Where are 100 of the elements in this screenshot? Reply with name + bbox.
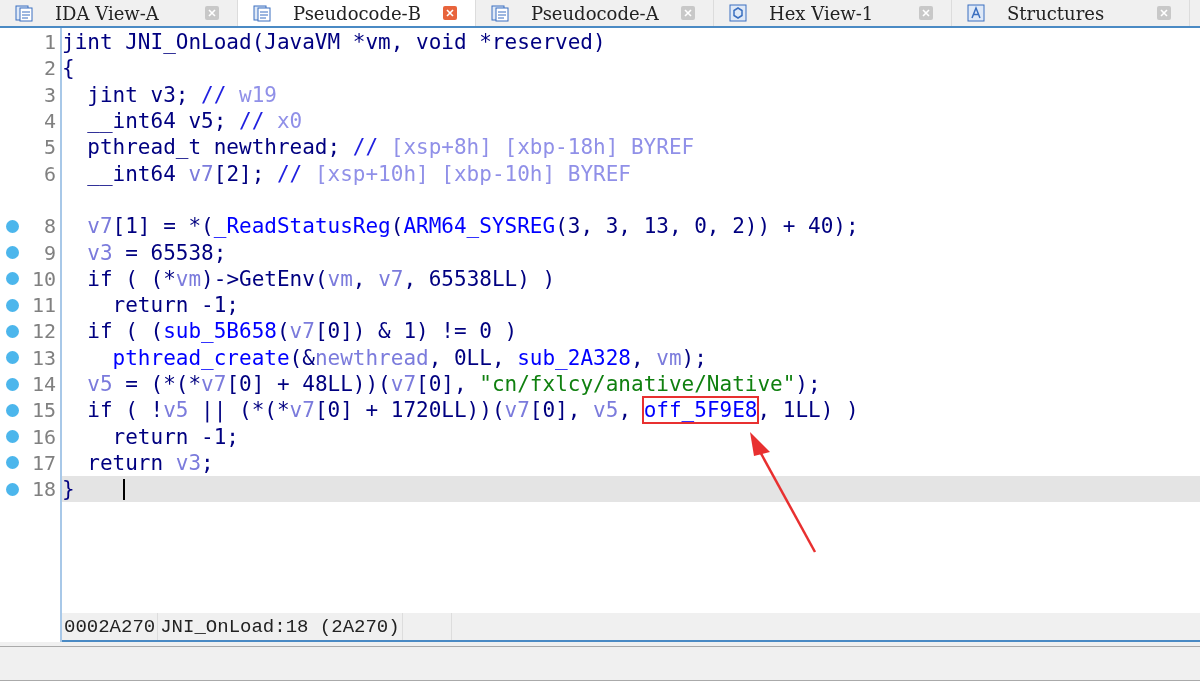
code-text: [0] + 1720LL))( bbox=[314, 398, 505, 423]
variable-name: v5 bbox=[163, 398, 189, 423]
code-text: jint v3; bbox=[86, 82, 190, 107]
code-text: if ( (* bbox=[86, 266, 176, 291]
close-icon[interactable] bbox=[443, 6, 457, 20]
variable-name: newthread bbox=[314, 345, 429, 370]
function-name: sub_2A328 bbox=[517, 345, 631, 370]
code-text: = 65538; bbox=[124, 240, 227, 265]
breakpoint-dot[interactable] bbox=[6, 324, 19, 338]
code-text: ; bbox=[201, 450, 214, 475]
close-icon[interactable] bbox=[919, 6, 933, 20]
variable-name: v7 bbox=[86, 214, 113, 239]
code-text: , 0LL, bbox=[428, 345, 506, 370]
line-number: 3 bbox=[43, 82, 56, 107]
function-name: sub_5B658 bbox=[163, 319, 277, 344]
breakpoint-dot[interactable] bbox=[6, 403, 19, 417]
line-number: 10 bbox=[31, 266, 56, 291]
tab[interactable]: Hex View-1 bbox=[714, 0, 952, 26]
function-name: ARM64_SYSREG bbox=[403, 214, 556, 239]
tab[interactable]: IDA View-A bbox=[0, 0, 238, 26]
code-text: || (*(* bbox=[200, 398, 290, 423]
breakpoint-dot[interactable] bbox=[6, 482, 19, 496]
string-literal: "cn/fxlcy/anative/Native" bbox=[479, 372, 796, 396]
variable-name: v7 bbox=[504, 398, 530, 423]
code-text: ( bbox=[276, 319, 290, 344]
line-number: 16 bbox=[31, 424, 56, 449]
comment-marker: // bbox=[352, 135, 379, 160]
code-text: , bbox=[352, 266, 367, 291]
comment-text: x0 bbox=[275, 109, 303, 134]
line-number: 12 bbox=[31, 319, 56, 344]
document-icon bbox=[491, 4, 509, 22]
text-cursor bbox=[122, 478, 125, 500]
variable-name: v3 bbox=[86, 240, 113, 265]
document-icon bbox=[253, 4, 271, 22]
tab[interactable]: Pseudocode-B bbox=[238, 0, 476, 26]
variable-name: vm bbox=[327, 266, 353, 291]
variable-name: v7 bbox=[188, 161, 214, 186]
code-text: __int64 v5; bbox=[86, 109, 228, 134]
tab[interactable]: Pseudocode-A bbox=[476, 0, 714, 26]
breakpoint-dot[interactable] bbox=[6, 272, 19, 286]
variable-name: vm bbox=[175, 266, 202, 291]
breakpoint-dot[interactable] bbox=[6, 219, 19, 233]
code-text: jint JNI_OnLoad(JavaVM *vm, void *reserved) bbox=[62, 30, 606, 55]
close-icon[interactable] bbox=[205, 6, 219, 20]
function-name: pthread_create bbox=[111, 345, 290, 370]
variable-name: v5 bbox=[593, 398, 619, 423]
code-text: return bbox=[86, 450, 165, 475]
comment-text: w19 bbox=[238, 82, 277, 107]
line-number: 14 bbox=[31, 372, 56, 396]
code-text: [1] = *( bbox=[112, 214, 214, 239]
line-number: 6 bbox=[43, 161, 56, 186]
variable-name: v7 bbox=[378, 266, 404, 291]
comment-marker: // bbox=[201, 82, 227, 107]
code-text: = (*(* bbox=[124, 372, 202, 396]
code-text: , bbox=[618, 398, 633, 423]
variable-name: v7 bbox=[289, 319, 315, 344]
breakpoint-dot[interactable] bbox=[6, 377, 19, 391]
comment-marker: // bbox=[239, 109, 265, 134]
code-text: ); bbox=[681, 345, 707, 370]
close-icon[interactable] bbox=[1157, 6, 1171, 20]
line-number: 18 bbox=[31, 477, 56, 502]
status-text: JNI_OnLoad:18 (2A270) bbox=[158, 613, 403, 640]
code-text: if ( ! bbox=[86, 398, 164, 423]
code-text: if ( ( bbox=[86, 319, 164, 344]
code-text: (3, 3, 13, 0, 2)) + 40); bbox=[555, 214, 859, 239]
comment-text: [xsp+10h] [xbp-10h] BYREF bbox=[313, 161, 631, 186]
variable-name: v7 bbox=[289, 398, 315, 423]
breakpoint-dot[interactable] bbox=[6, 430, 19, 444]
code-text: pthread_t newthread; bbox=[86, 135, 342, 160]
comment-text: [xsp+8h] [xbp-18h] BYREF bbox=[389, 135, 695, 160]
line-number: 9 bbox=[43, 240, 56, 265]
breakpoint-dot[interactable] bbox=[6, 298, 19, 312]
breakpoint-dot[interactable] bbox=[6, 351, 19, 365]
variable-name: v7 bbox=[390, 372, 417, 396]
code-text: __int64 bbox=[86, 161, 177, 186]
document-icon bbox=[15, 4, 33, 22]
code-text: ); bbox=[795, 372, 821, 396]
code-text: , bbox=[631, 345, 645, 370]
code-text: { bbox=[62, 56, 75, 81]
close-icon[interactable] bbox=[681, 6, 695, 20]
line-number: 2 bbox=[43, 56, 56, 81]
tab[interactable]: Structures bbox=[952, 0, 1190, 26]
code-text: [2]; bbox=[213, 161, 266, 186]
code-text: } bbox=[62, 477, 75, 502]
code-text: [0]) & 1) != 0 ) bbox=[314, 319, 518, 344]
code-text: return -1; bbox=[111, 293, 239, 318]
comment-marker: // bbox=[276, 161, 303, 186]
breakpoint-dot[interactable] bbox=[6, 246, 19, 259]
function-name: _ReadStatusReg bbox=[213, 214, 391, 239]
code-text: return -1; bbox=[111, 424, 239, 449]
letter-tile-icon bbox=[967, 4, 985, 22]
line-number: 17 bbox=[31, 450, 56, 475]
line-number: 1 bbox=[43, 30, 56, 55]
line-number: 5 bbox=[43, 135, 56, 160]
variable-name: v7 bbox=[201, 372, 227, 396]
line-number: 15 bbox=[31, 398, 56, 423]
code-text: [0], bbox=[529, 398, 582, 423]
breakpoint-dot[interactable] bbox=[6, 456, 19, 470]
status-text: 0002A270 bbox=[62, 613, 159, 640]
variable-name: vm bbox=[656, 345, 682, 370]
